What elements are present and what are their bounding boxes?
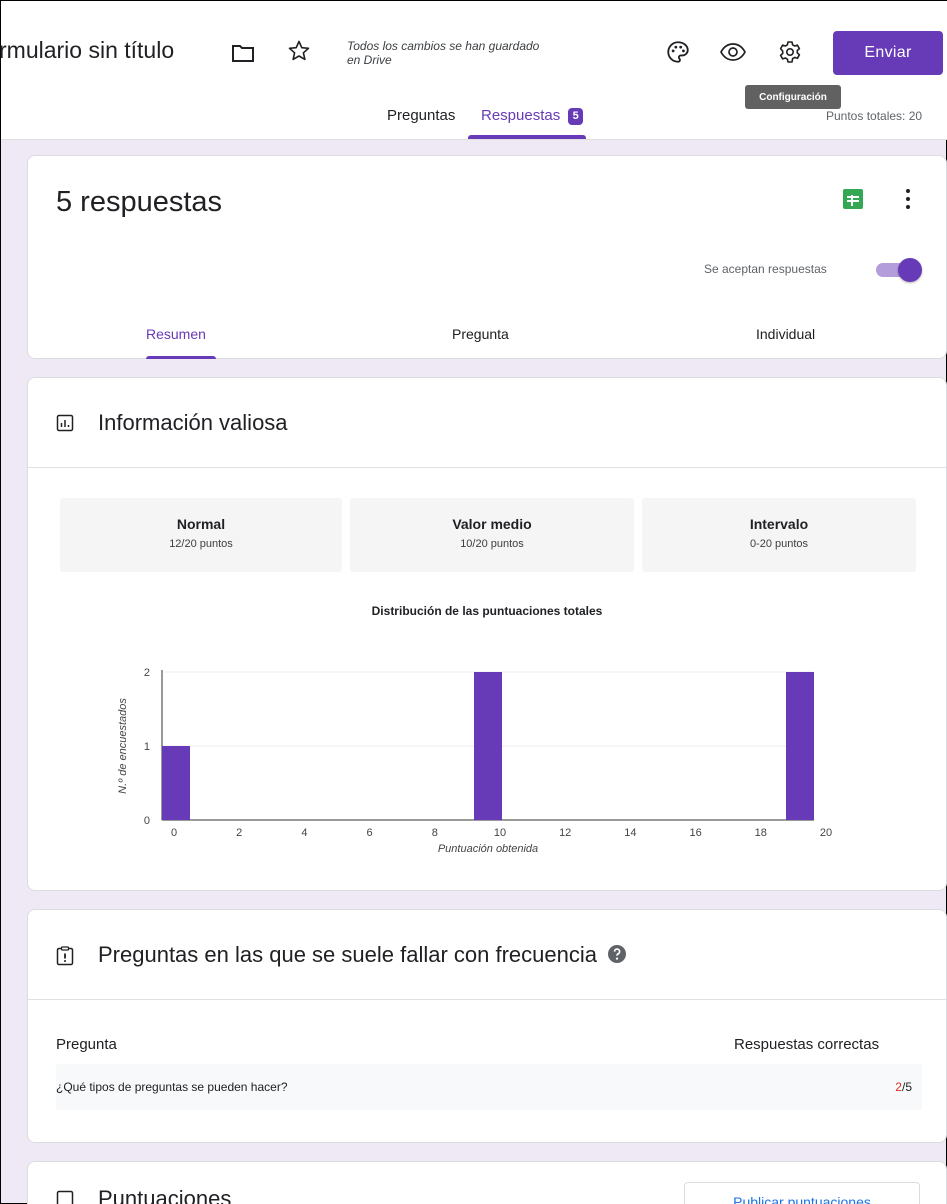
folder-icon[interactable]: [229, 39, 257, 67]
palette-icon[interactable]: [663, 37, 693, 67]
stat-value: 0-20 puntos: [749, 538, 809, 550]
y-tick-label: 2: [144, 667, 150, 679]
chart-title: Distribución de las puntuaciones totales: [371, 604, 603, 618]
insights-card: Información valiosa Normal 12/20 puntos …: [27, 377, 947, 891]
x-tick-label: 18: [755, 827, 767, 839]
subtab-question[interactable]: Pregunta: [452, 326, 509, 342]
x-tick-label: 10: [494, 827, 506, 839]
responses-count-badge: 5: [568, 108, 584, 125]
table-row[interactable]: ¿Qué tipos de preguntas se pueden hacer?…: [56, 1064, 922, 1110]
frequently-failed-card: Preguntas en las que se suele fallar con…: [27, 909, 947, 1143]
chart-bar: [162, 746, 190, 820]
x-tick-label: 20: [820, 827, 832, 839]
y-tick-label: 0: [144, 815, 150, 827]
tab-questions[interactable]: Preguntas: [387, 107, 455, 124]
google-sheets-icon[interactable]: [842, 188, 864, 210]
active-tab-indicator: [468, 135, 586, 139]
frequently-failed-title-text: Preguntas en las que se suele fallar con…: [98, 942, 597, 967]
stat-mean: Valor medio 10/20 puntos: [350, 498, 634, 572]
chart-bar: [786, 672, 814, 820]
total-value: /5: [901, 1080, 912, 1094]
x-tick-label: 16: [689, 827, 701, 839]
stat-value: 12/20 puntos: [169, 538, 233, 550]
scores-card: Puntuaciones Publicar puntuaciones: [27, 1161, 947, 1204]
save-status: Todos los cambios se han guardado en Dri…: [347, 39, 540, 67]
x-tick-label: 2: [236, 827, 242, 839]
scores-title: Puntuaciones: [98, 1186, 232, 1204]
active-subtab-indicator: [146, 356, 216, 359]
x-tick-label: 0: [171, 827, 177, 839]
stat-range: Intervalo 0-20 puntos: [642, 498, 916, 572]
settings-tooltip: Configuración: [745, 85, 841, 109]
responses-count-title: 5 respuestas: [56, 186, 223, 218]
subtab-summary[interactable]: Resumen: [146, 326, 206, 342]
app-header: rmulario sin título Todos los cambios se…: [0, 1, 947, 140]
total-points: Puntos totales: 20: [826, 109, 923, 123]
x-tick-label: 12: [559, 827, 571, 839]
frequently-failed-title: Preguntas en las que se suele fallar con…: [98, 942, 627, 968]
bar-chart-icon: [56, 414, 76, 434]
star-icon[interactable]: [285, 37, 313, 65]
help-icon[interactable]: [607, 944, 627, 964]
chart-bar: [474, 672, 502, 820]
stat-mode: Normal 12/20 puntos: [60, 498, 342, 572]
stat-label: Normal: [176, 516, 226, 532]
toggle-knob: [898, 258, 922, 282]
more-options-icon[interactable]: [898, 184, 918, 214]
subtab-individual[interactable]: Individual: [756, 326, 815, 342]
tab-responses[interactable]: Respuestas 5: [481, 107, 584, 125]
accepting-responses-toggle[interactable]: [876, 258, 922, 282]
x-axis-label: Puntuación obtenida: [438, 843, 538, 855]
question-text: ¿Qué tipos de preguntas se pueden hacer?: [56, 1080, 288, 1094]
insights-header: Información valiosa: [28, 378, 946, 468]
responses-summary-card: 5 respuestas Se aceptan respuestas Resum…: [27, 155, 947, 359]
accepting-responses-label: Se aceptan respuestas: [704, 262, 827, 276]
correct-count: 2/5: [895, 1080, 912, 1094]
publish-scores-button[interactable]: Publicar puntuaciones: [684, 1182, 920, 1204]
y-tick-label: 1: [144, 741, 150, 753]
score-distribution-chart: 0120 2 4 6 8 10 12 14 16 18 20Puntuación obtenidaN…: [117, 667, 832, 855]
stat-value: 10/20 puntos: [460, 538, 524, 550]
x-tick-label: 4: [301, 827, 307, 839]
preview-eye-icon[interactable]: [717, 37, 749, 67]
stat-label: Valor medio: [452, 516, 532, 532]
column-header-question: Pregunta: [56, 1036, 117, 1053]
insights-title: Información valiosa: [98, 410, 288, 435]
alert-clipboard-icon: [56, 946, 76, 966]
x-tick-label: 8: [432, 827, 438, 839]
tab-responses-label: Respuestas: [481, 107, 561, 124]
frequently-failed-header: Preguntas en las que se suele fallar con…: [28, 910, 946, 1000]
scores-icon: [56, 1190, 76, 1204]
y-axis-label: N.º de encuestados: [117, 698, 129, 794]
x-tick-label: 14: [624, 827, 636, 839]
column-header-correct: Respuestas correctas: [734, 1036, 880, 1053]
send-button[interactable]: Enviar: [833, 31, 943, 75]
stat-label: Intervalo: [749, 516, 809, 532]
gear-icon[interactable]: [775, 37, 805, 67]
correct-value: 2: [895, 1080, 902, 1094]
form-title[interactable]: rmulario sin título: [0, 37, 174, 64]
x-tick-label: 6: [367, 827, 373, 839]
